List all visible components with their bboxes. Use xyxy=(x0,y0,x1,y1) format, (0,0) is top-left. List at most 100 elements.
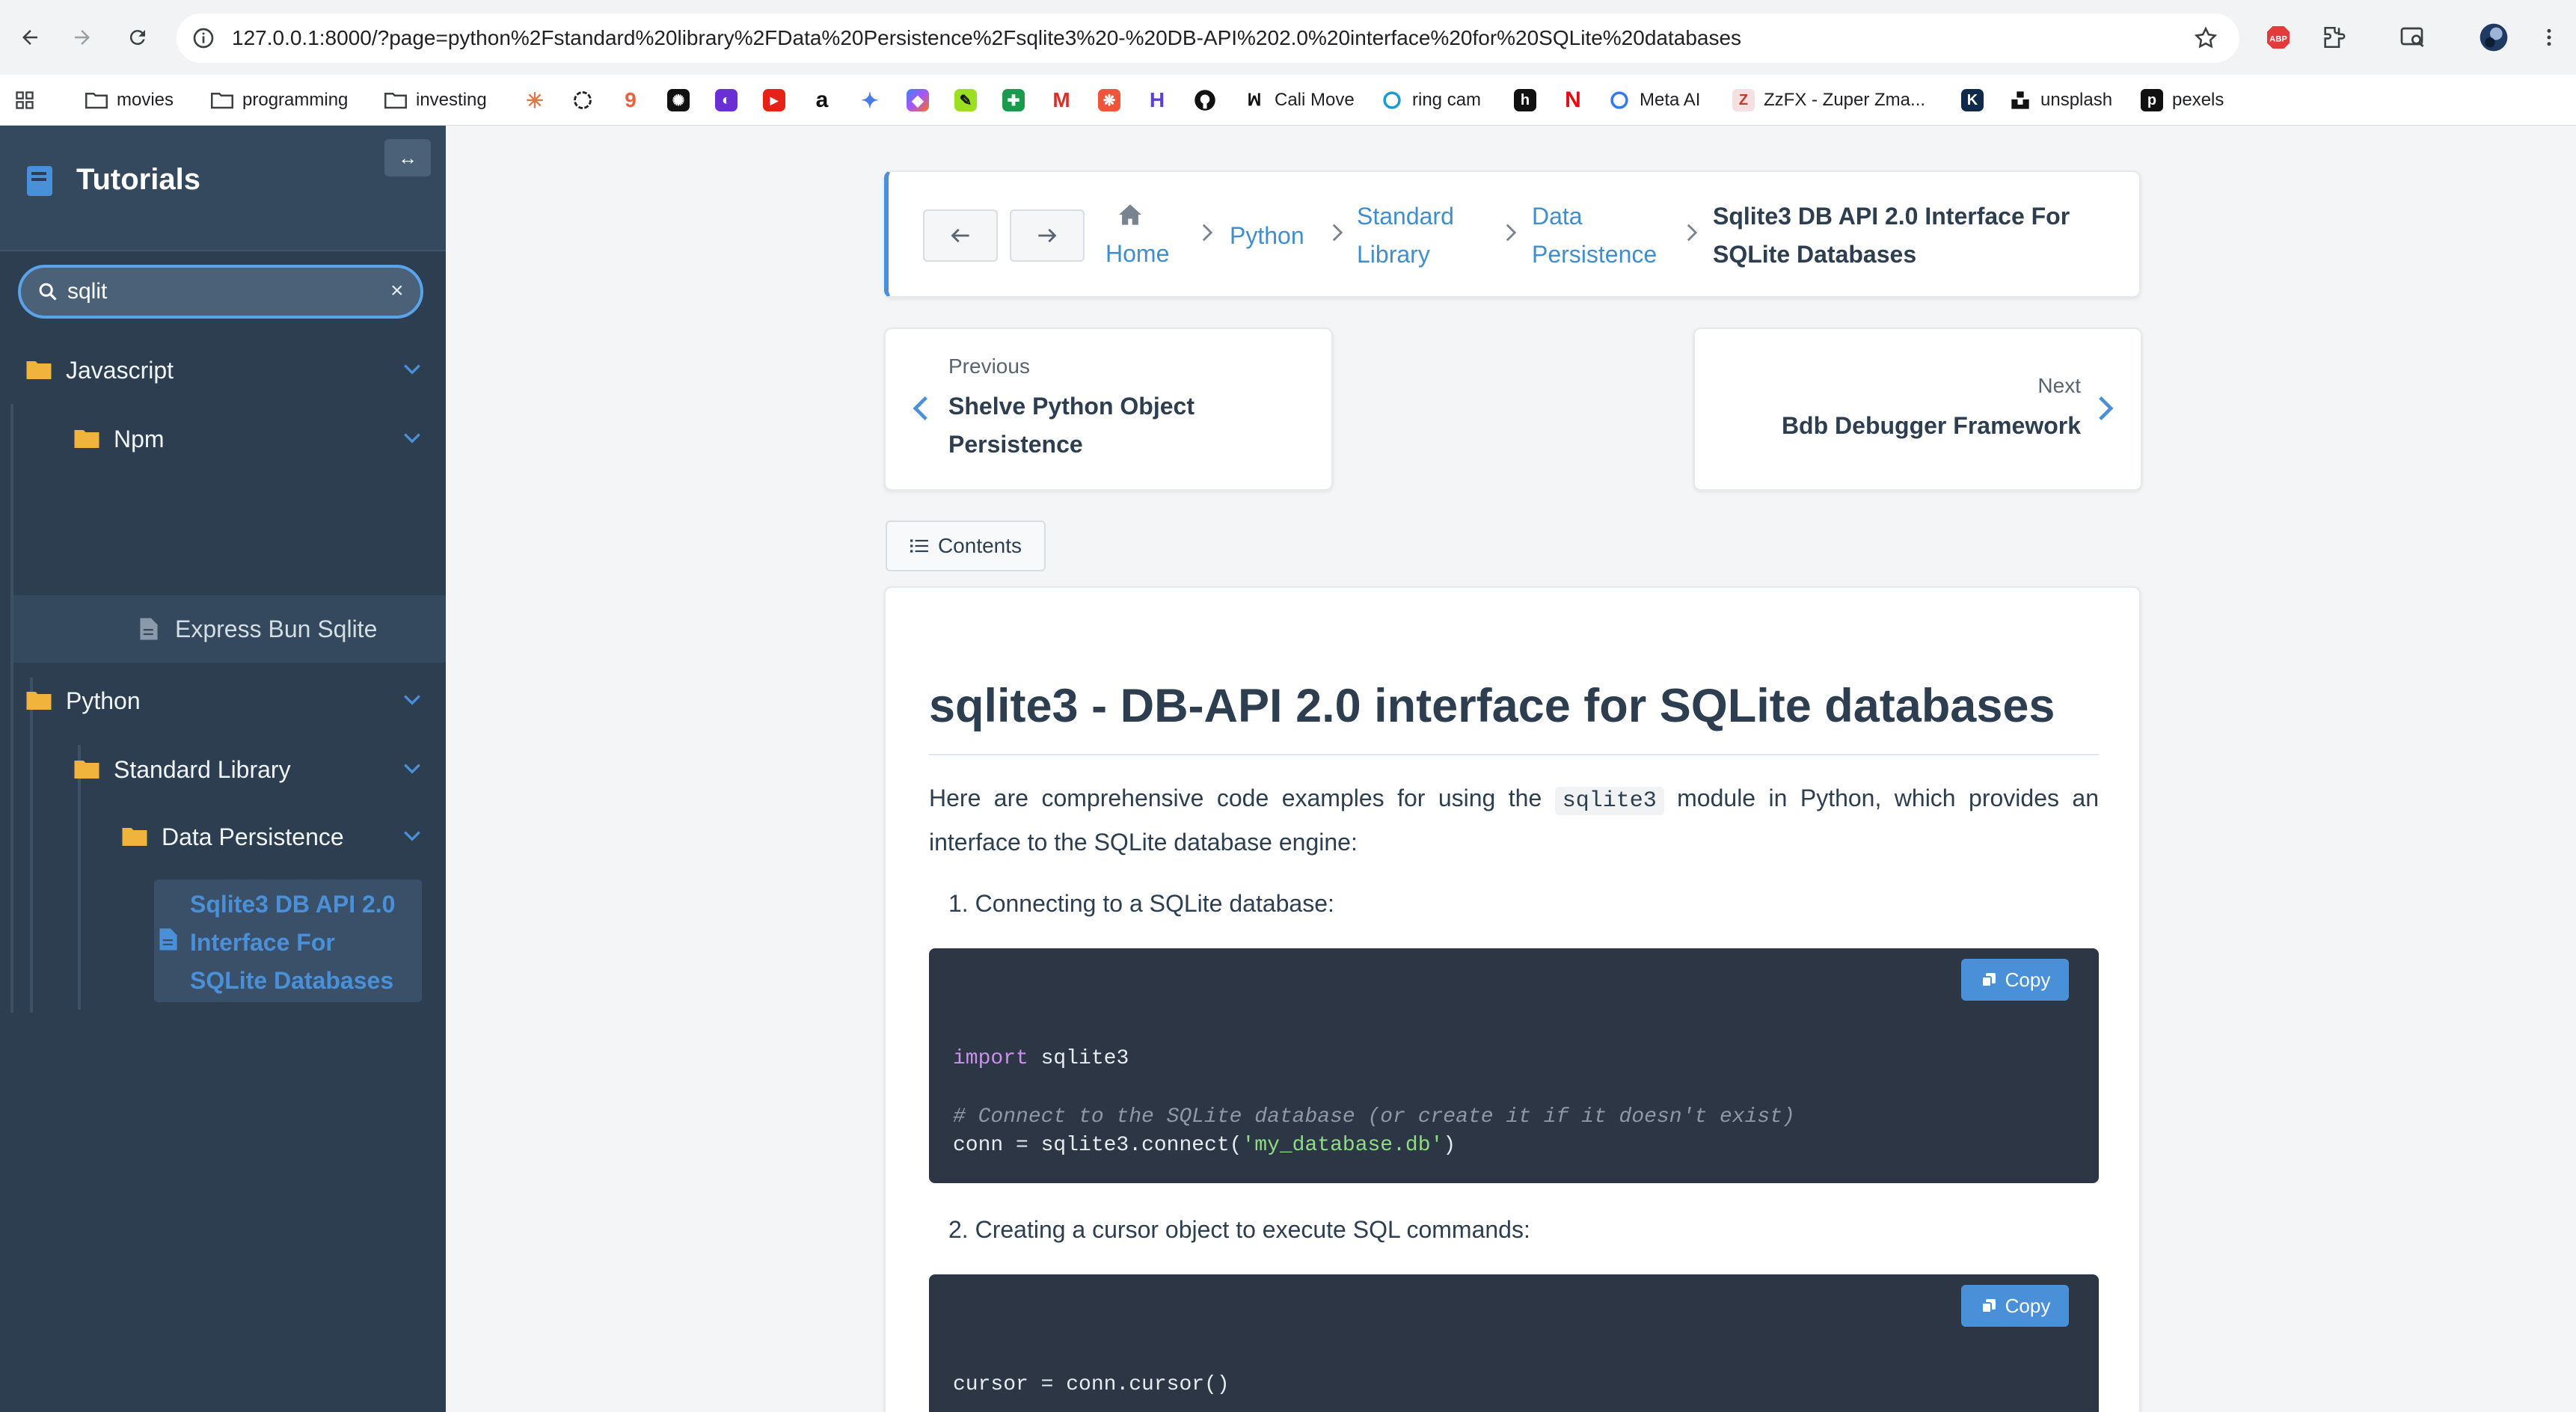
breadcrumb-current: Sqlite3 DB API 2.0 Interface For SQLite … xyxy=(1713,203,2070,268)
extensions-puzzle-icon[interactable] xyxy=(2314,18,2353,57)
history-forward-button[interactable] xyxy=(1010,209,1085,262)
copy-button[interactable]: Copy xyxy=(1961,959,2069,1001)
code-string: 'my_database.db' xyxy=(1242,1134,1444,1157)
bookmark-sheets-icon[interactable]: ✚ xyxy=(1002,89,1025,111)
chevron-down-icon[interactable] xyxy=(402,761,422,776)
bookmark-h-icon[interactable]: H xyxy=(1146,88,1168,111)
arrow-right-icon xyxy=(71,26,93,49)
chevron-right-icon xyxy=(1201,223,1213,242)
copy-button[interactable]: Copy xyxy=(1961,1285,2069,1327)
breadcrumb-standard-library-link[interactable]: Standard Library xyxy=(1357,197,1469,274)
bookmark-pexels[interactable]: p pexels xyxy=(2141,75,2224,126)
pexels-icon: p xyxy=(2141,89,2163,111)
apps-grid-icon[interactable] xyxy=(13,89,36,111)
tree-label: Standard Library xyxy=(114,755,291,783)
main-content: Home Python Standard Library Data Persis… xyxy=(446,126,2576,1412)
bookmark-label: pexels xyxy=(2172,90,2224,110)
bookmark-youtube-icon[interactable]: ▶ xyxy=(763,89,785,111)
folder-icon xyxy=(85,89,108,111)
chevron-right-icon xyxy=(1505,223,1517,242)
step-2-heading: 2. Creating a cursor object to execute S… xyxy=(948,1216,1530,1243)
tree-folder-javascript[interactable]: Javascript xyxy=(0,337,446,404)
bookmark-amazon-icon[interactable]: a xyxy=(811,88,833,112)
tree-folder-python[interactable]: Python xyxy=(0,667,446,734)
tab-search-icon[interactable] xyxy=(2393,18,2432,57)
bookmark-netflix-icon[interactable]: N xyxy=(1562,88,1584,112)
chevron-down-icon[interactable] xyxy=(402,362,422,377)
bookmark-star-icon[interactable] xyxy=(2193,25,2218,51)
previous-page-link[interactable]: Previous Shelve Python Object Persistenc… xyxy=(884,328,1333,491)
bookmark-ring-cam[interactable]: ring cam xyxy=(1381,75,1481,126)
bookmark-green-icon[interactable]: ✎ xyxy=(954,89,977,111)
bookmark-claude-icon[interactable]: ✳ xyxy=(524,89,546,112)
breadcrumb-data-persistence-link[interactable]: Data Persistence xyxy=(1532,197,1681,274)
bookmark-g-icon[interactable]: 9 xyxy=(619,88,642,111)
bookmark-purple-icon[interactable]: ◐ xyxy=(715,89,737,111)
bookmark-meta-ai[interactable]: Meta AI xyxy=(1608,75,1700,126)
tree-folder-standard-library[interactable]: Standard Library xyxy=(0,736,446,803)
bookmark-copilot-icon[interactable]: ◆ xyxy=(907,89,929,111)
intro-text: Here are comprehensive code examples for… xyxy=(929,785,1555,811)
chevron-down-icon[interactable] xyxy=(402,693,422,707)
resize-horizontal-icon: ↔ xyxy=(398,146,417,169)
tree-label: Data Persistence xyxy=(162,823,344,850)
search-input[interactable] xyxy=(67,268,367,316)
adblock-extension-icon[interactable]: ABP xyxy=(2259,18,2298,57)
copy-icon xyxy=(1981,973,1996,987)
site-info-icon[interactable] xyxy=(191,26,215,50)
folder-icon xyxy=(121,826,148,848)
history-back-button[interactable] xyxy=(923,209,998,262)
tree-page-express-bun-sqlite[interactable]: Express Bun Sqlite xyxy=(13,595,446,663)
browser-menu-icon[interactable] xyxy=(2530,18,2569,57)
svg-text:ABP: ABP xyxy=(2269,34,2287,43)
tree-folder-data-persistence[interactable]: Data Persistence xyxy=(0,803,446,871)
breadcrumb-python-link[interactable]: Python xyxy=(1230,217,1304,255)
reload-button[interactable] xyxy=(117,16,159,58)
bookmark-dark-icon[interactable]: ✺ xyxy=(667,89,690,111)
bookmark-gemini-icon[interactable]: ✦ xyxy=(859,89,881,112)
contents-label: Contents xyxy=(937,534,1022,557)
bookmark-folder-investing[interactable]: investing xyxy=(384,75,487,126)
bookmark-folder-movies[interactable]: movies xyxy=(85,75,174,126)
address-bar[interactable]: 127.0.0.1:8000/?page=python%2Fstandard%2… xyxy=(177,13,2239,63)
tree-label: Javascript xyxy=(66,356,174,384)
zzfx-icon: Z xyxy=(1732,89,1755,111)
tree-page-sqlite3-active[interactable]: Sqlite3 DB API 2.0 Interface For SQLite … xyxy=(154,880,422,1002)
bookmark-k-icon[interactable]: K xyxy=(1961,89,1984,111)
forward-button[interactable] xyxy=(61,16,103,58)
bookmark-github-icon[interactable] xyxy=(1194,89,1216,111)
profile-avatar[interactable] xyxy=(2474,18,2513,57)
bookmark-folder-programming[interactable]: programming xyxy=(211,75,348,126)
bookmark-label: programming xyxy=(242,90,349,110)
sidebar-search[interactable]: × xyxy=(18,265,423,319)
chevron-down-icon[interactable] xyxy=(402,829,422,844)
tree-folder-npm[interactable]: Npm xyxy=(0,405,446,473)
bookmark-gmail-icon[interactable]: M xyxy=(1050,88,1073,111)
bookmark-label: Cali Move xyxy=(1275,90,1355,110)
code-line: import sqlite3 xyxy=(953,1047,1129,1070)
chevron-down-icon[interactable] xyxy=(402,431,422,446)
folder-icon xyxy=(73,758,100,781)
breadcrumb-home-link[interactable]: Home xyxy=(1105,235,1169,273)
bookmark-red-icon[interactable]: ❋ xyxy=(1098,89,1120,111)
sidebar-collapse-button[interactable]: ↔ xyxy=(384,139,431,176)
clear-search-icon[interactable]: × xyxy=(390,278,404,304)
next-page-link[interactable]: Next Bdb Debugger Framework xyxy=(1693,328,2142,491)
bookmark-unsplash[interactable]: unsplash xyxy=(2009,75,2112,126)
bookmark-openai-icon[interactable] xyxy=(571,89,594,111)
contents-button[interactable]: Contents xyxy=(886,521,1046,571)
folder-icon xyxy=(384,89,407,111)
bookmark-label: unsplash xyxy=(2040,90,2113,110)
bookmark-h-dark-icon[interactable]: h xyxy=(1514,89,1536,111)
bookmark-zzfx[interactable]: Z ZzFX - Zuper Zma... xyxy=(1732,75,1925,126)
unsplash-icon xyxy=(2009,89,2031,111)
inline-code: sqlite3 xyxy=(1554,787,1664,815)
back-button[interactable] xyxy=(9,16,51,58)
copy-label: Copy xyxy=(2005,968,2051,991)
bookmark-label: movies xyxy=(117,90,174,110)
url-text[interactable]: 127.0.0.1:8000/?page=python%2Fstandard%2… xyxy=(232,13,2147,63)
tree-label: Npm xyxy=(114,425,165,452)
bookmark-cali-move[interactable]: ꟽ Cali Move xyxy=(1243,75,1355,126)
chevron-right-icon xyxy=(1686,223,1698,242)
article-title: sqlite3 - DB-API 2.0 interface for SQLit… xyxy=(929,680,2055,732)
